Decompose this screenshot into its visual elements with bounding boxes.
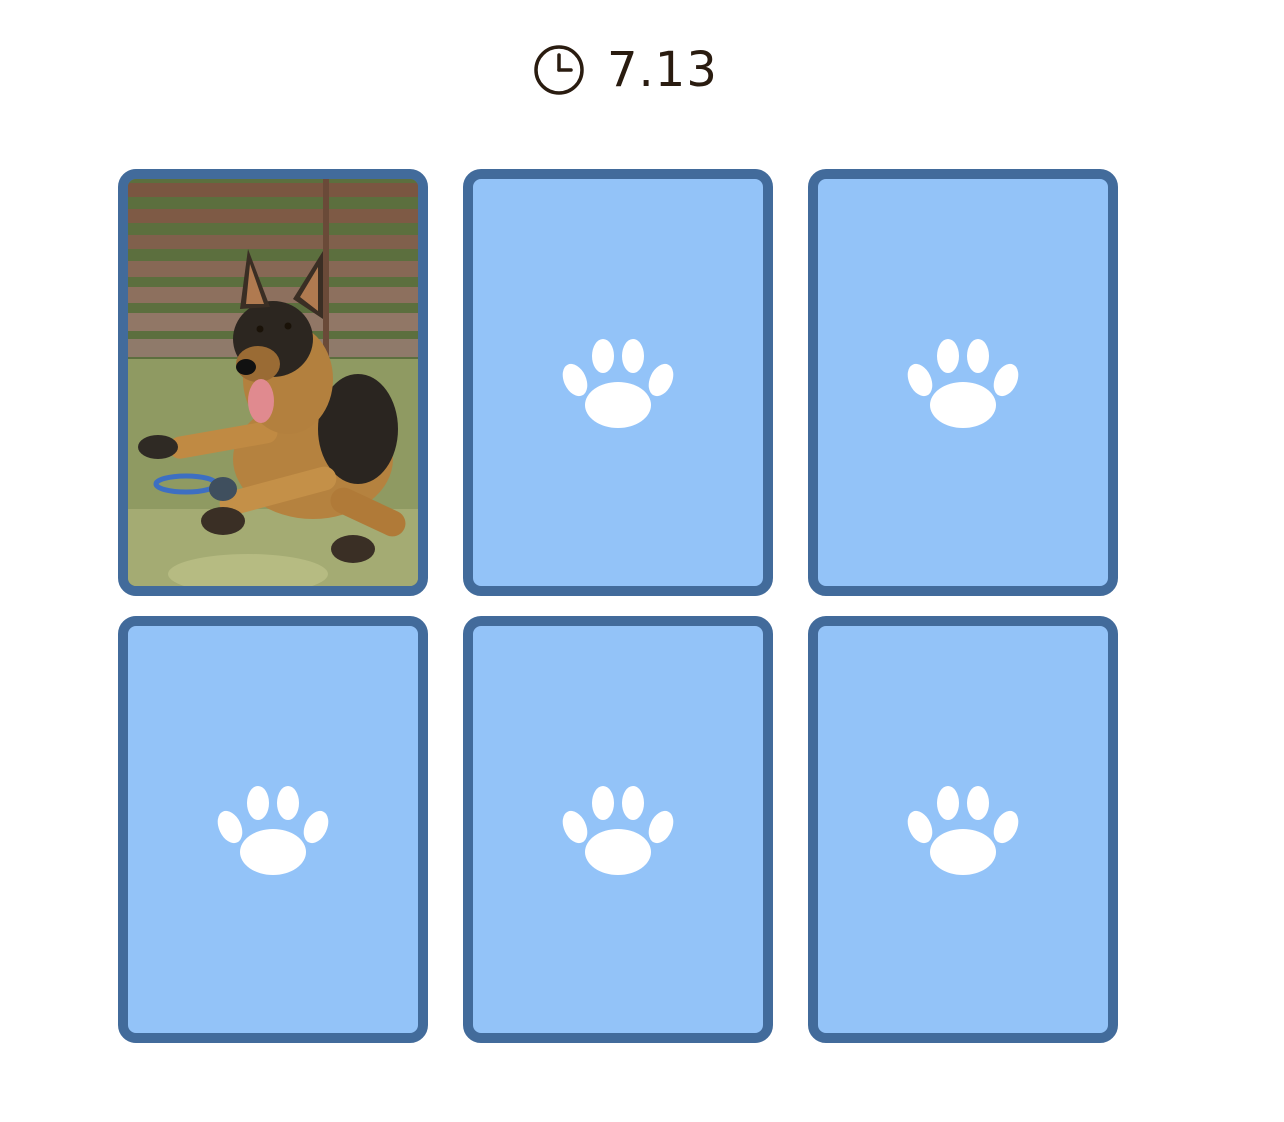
card-4[interactable] bbox=[118, 616, 428, 1043]
paw-icon bbox=[562, 338, 674, 428]
card-grid bbox=[118, 169, 1118, 1043]
timer-value: 7.13 bbox=[607, 42, 718, 98]
paw-icon bbox=[907, 338, 1019, 428]
card-3[interactable] bbox=[808, 169, 1118, 596]
timer: 7.13 bbox=[533, 40, 718, 100]
clock-icon bbox=[534, 45, 584, 95]
card-1[interactable] bbox=[118, 169, 428, 596]
card-5[interactable] bbox=[463, 616, 773, 1043]
paw-icon bbox=[217, 785, 329, 875]
card-6[interactable] bbox=[808, 616, 1118, 1043]
dog-photo bbox=[128, 179, 418, 586]
paw-icon bbox=[907, 785, 1019, 875]
paw-icon bbox=[562, 785, 674, 875]
card-2[interactable] bbox=[463, 169, 773, 596]
